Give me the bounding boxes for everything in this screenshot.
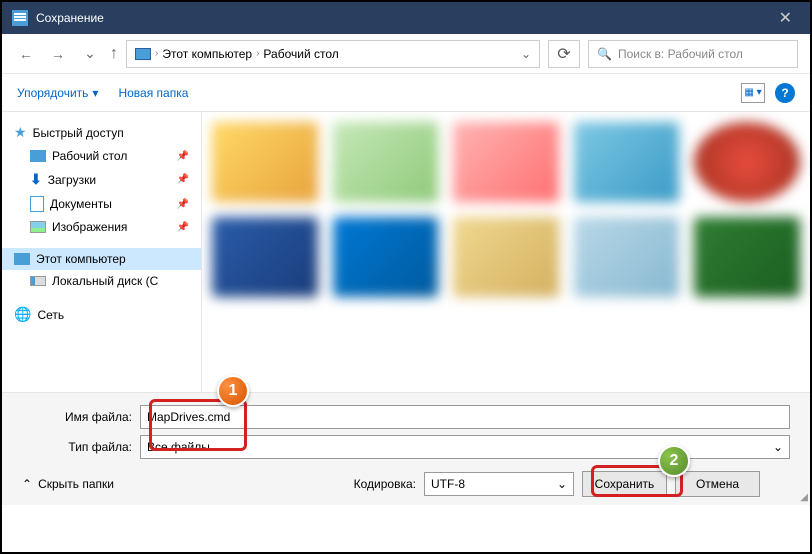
pictures-icon (30, 221, 46, 233)
forward-button[interactable]: → (46, 42, 70, 66)
sidebar-item-label: Документы (50, 197, 112, 211)
navigation-bar: ← → ⌄ ↑ › Этот компьютер › Рабочий стол … (2, 34, 810, 74)
pc-icon (135, 48, 151, 60)
sidebar-item-label: Загрузки (48, 173, 96, 187)
network-icon: 🌐 (14, 306, 31, 323)
notepad-icon (12, 10, 28, 26)
address-bar[interactable]: › Этот компьютер › Рабочий стол ⌄ (126, 40, 540, 68)
sidebar-item-label: Сеть (37, 308, 64, 322)
chevron-down-icon: ▾ (92, 86, 98, 100)
bottom-panel: Имя файла: Тип файла: Все файлы ⌄ 1 ⌃ Ск… (2, 392, 810, 505)
chevron-right-icon: › (256, 48, 259, 59)
sidebar-item-label: Этот компьютер (36, 252, 126, 266)
file-item[interactable] (333, 122, 439, 202)
encoding-value: UTF-8 (431, 477, 465, 491)
sidebar-item-label: Рабочий стол (52, 149, 127, 163)
hide-folders-button[interactable]: ⌃ Скрыть папки (22, 477, 114, 491)
desktop-icon (30, 150, 46, 162)
save-button[interactable]: Сохранить (582, 471, 667, 497)
pin-icon: 📌 (177, 174, 189, 185)
chevron-down-icon: ⌄ (773, 440, 783, 454)
chevron-up-icon: ⌃ (22, 477, 32, 491)
organize-label: Упорядочить (17, 86, 88, 100)
file-item[interactable] (212, 217, 318, 297)
chevron-right-icon: › (155, 48, 158, 59)
sidebar-item-label: Быстрый доступ (33, 126, 124, 140)
breadcrumb-segment[interactable]: Рабочий стол (263, 47, 338, 61)
pin-icon: 📌 (177, 151, 189, 162)
organize-button[interactable]: Упорядочить ▾ (17, 86, 98, 100)
view-options-button[interactable]: ▦ ▾ (741, 83, 765, 103)
files-area[interactable] (202, 112, 810, 392)
new-folder-button[interactable]: Новая папка (118, 86, 188, 100)
sidebar-local-disk[interactable]: Локальный диск (С (2, 270, 201, 292)
up-button[interactable]: ↑ (110, 45, 118, 63)
window-title: Сохранение (36, 11, 771, 25)
file-item[interactable] (212, 122, 318, 202)
hide-folders-label: Скрыть папки (38, 477, 114, 491)
filetype-value: Все файлы (147, 440, 210, 454)
sidebar-documents[interactable]: Документы 📌 (2, 192, 201, 216)
back-button[interactable]: ← (14, 42, 38, 66)
refresh-button[interactable]: ⟳ (548, 40, 580, 68)
filetype-label: Тип файла: (22, 440, 132, 454)
pc-icon (14, 253, 30, 265)
pin-icon: 📌 (177, 222, 189, 233)
sidebar: ★ Быстрый доступ Рабочий стол 📌 ⬇ Загруз… (2, 112, 202, 392)
search-icon: 🔍 (597, 47, 612, 61)
sidebar-this-pc[interactable]: Этот компьютер (2, 248, 201, 270)
callout-badge-2: 2 (658, 445, 690, 477)
help-button[interactable]: ? (775, 83, 795, 103)
file-item[interactable] (694, 217, 800, 297)
callout-badge-1: 1 (217, 375, 249, 407)
pin-icon: 📌 (177, 199, 189, 210)
filetype-select[interactable]: Все файлы ⌄ (140, 435, 790, 459)
disk-icon (30, 276, 46, 286)
cancel-button[interactable]: Отмена (675, 471, 760, 497)
search-placeholder: Поиск в: Рабочий стол (618, 47, 743, 61)
sidebar-network[interactable]: 🌐 Сеть (2, 302, 201, 327)
sidebar-quick-access[interactable]: ★ Быстрый доступ (2, 120, 201, 145)
chevron-down-icon: ⌄ (557, 477, 567, 491)
downloads-icon: ⬇ (30, 171, 42, 188)
sidebar-item-label: Изображения (52, 220, 127, 234)
star-icon: ★ (14, 124, 27, 141)
file-item[interactable] (694, 122, 800, 202)
documents-icon (30, 196, 44, 212)
search-input[interactable]: 🔍 Поиск в: Рабочий стол (588, 40, 798, 68)
file-item[interactable] (453, 122, 559, 202)
file-item[interactable] (574, 122, 680, 202)
sidebar-pictures[interactable]: Изображения 📌 (2, 216, 201, 238)
resize-grip[interactable]: ◢ (800, 492, 808, 503)
breadcrumb-segment[interactable]: Этот компьютер (162, 47, 252, 61)
filename-input[interactable] (140, 405, 790, 429)
file-grid (212, 122, 800, 297)
file-item[interactable] (333, 217, 439, 297)
sidebar-item-label: Локальный диск (С (52, 274, 158, 288)
content-area: ★ Быстрый доступ Рабочий стол 📌 ⬇ Загруз… (2, 112, 810, 392)
sidebar-downloads[interactable]: ⬇ Загрузки 📌 (2, 167, 201, 192)
close-icon[interactable]: ✕ (771, 8, 800, 28)
titlebar: Сохранение ✕ (2, 2, 810, 34)
file-item[interactable] (453, 217, 559, 297)
address-dropdown-icon[interactable]: ⌄ (521, 47, 531, 61)
sidebar-desktop[interactable]: Рабочий стол 📌 (2, 145, 201, 167)
encoding-select[interactable]: UTF-8 ⌄ (424, 472, 574, 496)
file-item[interactable] (574, 217, 680, 297)
filename-label: Имя файла: (22, 410, 132, 424)
toolbar: Упорядочить ▾ Новая папка ▦ ▾ ? (2, 74, 810, 112)
recent-dropdown-icon[interactable]: ⌄ (78, 42, 102, 66)
encoding-label: Кодировка: (354, 477, 416, 491)
